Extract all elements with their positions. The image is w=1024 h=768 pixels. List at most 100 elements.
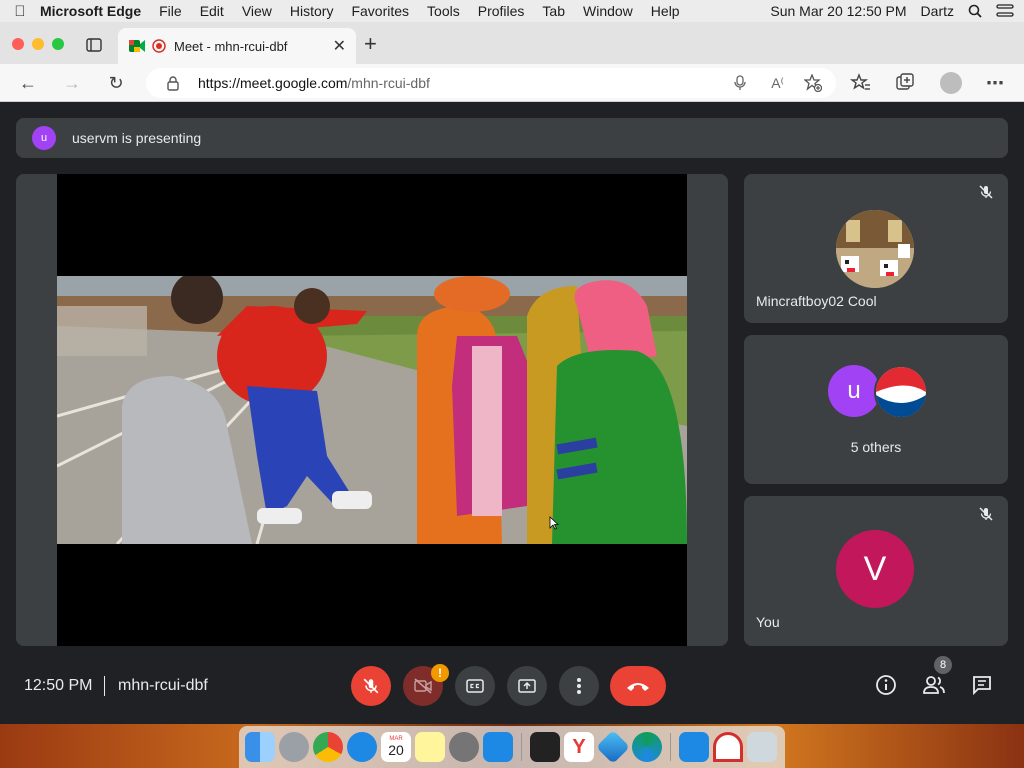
profile-avatar-icon[interactable] (940, 72, 962, 94)
macos-menu-bar:  Microsoft Edge File Edit View History … (0, 0, 1024, 22)
menu-tools[interactable]: Tools (427, 3, 460, 19)
others-avatar-u: u (828, 365, 880, 417)
more-options-icon[interactable]: ⋯ (982, 70, 1008, 96)
others-count-label: 5 others (850, 439, 902, 455)
microphone-toggle-button[interactable] (351, 666, 391, 706)
presented-video-image (57, 276, 687, 544)
pepsi-avatar (874, 365, 928, 419)
browser-tab-strip: Meet - mhn-rcui-dbf ✕ + (0, 22, 1024, 64)
dock-divider (670, 733, 671, 761)
new-tab-button[interactable]: + (364, 33, 377, 55)
url-host: https://meet.google.com (198, 75, 348, 91)
chat-button[interactable] (967, 670, 997, 700)
edge-icon[interactable] (632, 732, 662, 762)
tab-close-icon[interactable]: ✕ (333, 36, 346, 56)
chat-icon (973, 676, 991, 696)
meet-window: u uservm is presenting Mincraftboy02 Coo… (0, 102, 1024, 724)
calendar-day: 20 (388, 742, 404, 758)
recording-icon (152, 39, 166, 53)
presented-video-frame (57, 276, 687, 544)
camera-off-icon (414, 678, 432, 694)
participant-name: You (756, 614, 780, 630)
menu-history[interactable]: History (290, 3, 334, 19)
finder-icon[interactable] (245, 732, 275, 762)
reload-icon[interactable]: ↻ (103, 70, 129, 96)
menubar-user[interactable]: Dartz (921, 3, 954, 19)
controls-divider (104, 676, 105, 696)
menubar-clock[interactable]: Sun Mar 20 12:50 PM (770, 3, 906, 19)
closed-captions-icon (466, 679, 484, 693)
menu-file[interactable]: File (159, 3, 182, 19)
add-favorite-icon[interactable] (804, 74, 822, 92)
microphone-icon[interactable] (734, 75, 746, 91)
favorites-icon[interactable] (848, 70, 874, 96)
launchpad-icon[interactable] (279, 732, 309, 762)
control-center-icon[interactable] (996, 4, 1014, 18)
captions-button[interactable] (455, 666, 495, 706)
spotlight-search-icon[interactable] (968, 4, 982, 18)
menu-view[interactable]: View (242, 3, 272, 19)
macos-dock: MAR 20 Y (239, 726, 785, 768)
participant-tile-you[interactable]: V You (744, 496, 1008, 646)
tab-actions-icon[interactable] (86, 38, 102, 52)
menu-help[interactable]: Help (651, 3, 680, 19)
presentation-stage[interactable] (16, 174, 728, 646)
camera-warning-badge: ! (431, 664, 449, 682)
present-screen-icon (518, 679, 536, 693)
lock-icon (167, 76, 179, 91)
url-path: /mhn-rcui-dbf (347, 75, 430, 91)
address-bar[interactable]: https://meet.google.com/mhn-rcui-dbf A⁽ (146, 68, 836, 98)
mouse-pointer-icon (549, 516, 559, 530)
trash-icon[interactable] (747, 732, 777, 762)
tab-title: Meet - mhn-rcui-dbf (174, 38, 288, 54)
app-store-icon[interactable] (483, 732, 513, 762)
terminal-icon[interactable] (530, 732, 560, 762)
meeting-details-button[interactable] (871, 670, 901, 700)
collections-icon[interactable] (892, 70, 918, 96)
people-icon (923, 676, 945, 694)
browser-toolbar: ← → ↻ https://meet.google.com/mhn-rcui-d… (0, 64, 1024, 102)
more-vertical-icon (577, 678, 581, 694)
participant-name: Mincraftboy02 Cool (756, 293, 877, 309)
app-store-downloads-icon[interactable] (679, 732, 709, 762)
menu-tab[interactable]: Tab (542, 3, 565, 19)
minecraft-avatar (836, 210, 914, 288)
notes-icon[interactable] (415, 732, 445, 762)
window-close-button[interactable] (12, 38, 24, 50)
presenting-banner: u uservm is presenting (16, 118, 1008, 158)
vpn-app-icon[interactable] (596, 730, 630, 764)
apple-icon[interactable]:  (0, 3, 40, 20)
meet-controls-bar: 12:50 PM mhn-rcui-dbf ! 8 (0, 656, 1024, 724)
magnet-app-icon[interactable] (713, 732, 743, 762)
meet-logo-icon (129, 40, 145, 52)
present-now-button[interactable] (507, 666, 547, 706)
people-count-badge: 8 (934, 656, 952, 674)
presenter-avatar: u (32, 126, 56, 150)
presenting-text: uservm is presenting (72, 130, 202, 146)
tab-meet[interactable]: Meet - mhn-rcui-dbf ✕ (118, 28, 356, 64)
read-aloud-icon[interactable]: A⁽ (771, 75, 784, 92)
menu-app-name[interactable]: Microsoft Edge (40, 3, 141, 19)
you-avatar: V (836, 530, 914, 608)
more-actions-button[interactable] (559, 666, 599, 706)
yandex-browser-icon[interactable]: Y (564, 732, 594, 762)
calendar-icon[interactable]: MAR 20 (381, 732, 411, 762)
leave-call-button[interactable] (610, 666, 666, 706)
system-preferences-icon[interactable] (449, 732, 479, 762)
participant-tile-mincraftboy[interactable]: Mincraftboy02 Cool (744, 174, 1008, 323)
menu-favorites[interactable]: Favorites (351, 3, 409, 19)
menu-profiles[interactable]: Profiles (478, 3, 525, 19)
menu-window[interactable]: Window (583, 3, 633, 19)
dock-divider (521, 733, 522, 761)
window-minimize-button[interactable] (32, 38, 44, 50)
back-arrow-icon[interactable]: ← (15, 70, 41, 96)
chrome-icon[interactable] (313, 732, 343, 762)
safari-icon[interactable] (347, 732, 377, 762)
show-everyone-button[interactable] (919, 670, 949, 700)
mic-off-icon (979, 507, 993, 521)
window-zoom-button[interactable] (52, 38, 64, 50)
participant-tile-others[interactable]: u 5 others (744, 335, 1008, 484)
forward-arrow-icon[interactable]: → (59, 70, 85, 96)
meeting-clock: 12:50 PM (24, 677, 93, 694)
menu-edit[interactable]: Edit (200, 3, 224, 19)
